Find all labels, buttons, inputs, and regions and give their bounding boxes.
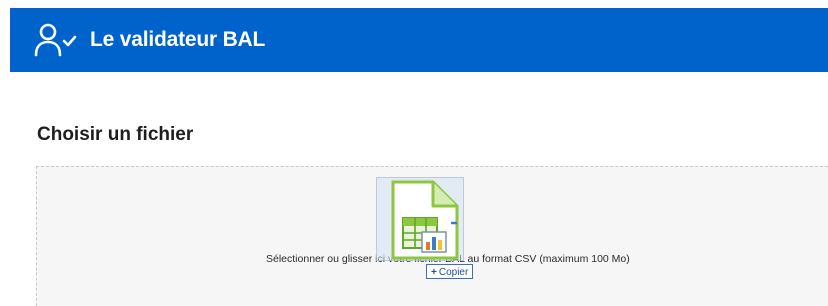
plus-icon: +: [431, 267, 437, 278]
copy-label: Copier: [438, 267, 469, 278]
header-bar: Le validateur BAL: [10, 8, 828, 72]
copy-drop-badge: + Copier: [426, 264, 474, 279]
section-title: Choisir un fichier: [37, 124, 194, 145]
user-check-icon: [34, 23, 78, 57]
file-dropzone[interactable]: Sélectionner ou glisser ici votre fichie…: [36, 166, 828, 306]
app-title: Le validateur BAL: [90, 28, 266, 51]
dragged-file-ghost: [376, 177, 464, 261]
